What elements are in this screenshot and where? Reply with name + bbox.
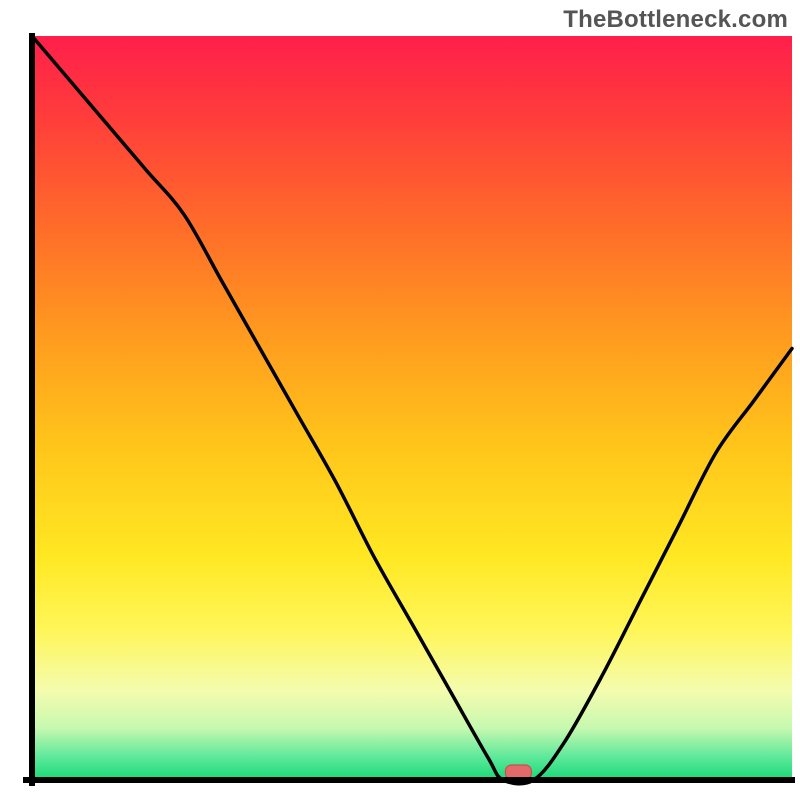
optimal-marker [505,765,531,779]
watermark-text: TheBottleneck.com [563,6,788,34]
bottleneck-chart [0,0,800,800]
chart-frame: TheBottleneck.com [0,0,800,800]
heatmap-background [32,36,792,780]
